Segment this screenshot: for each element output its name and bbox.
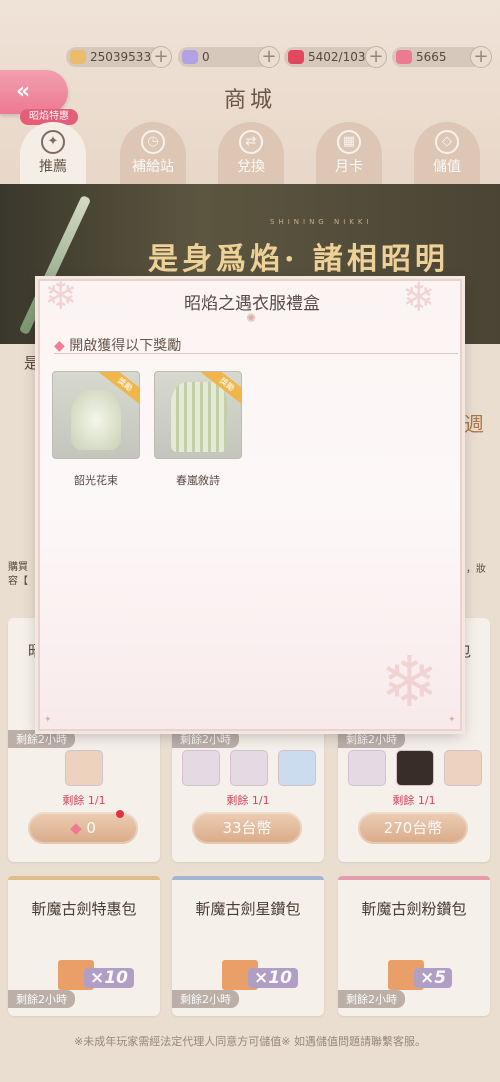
skirt-icon xyxy=(171,382,227,452)
corner-ornament-icon: ✦ xyxy=(44,715,52,725)
bouquet-icon xyxy=(71,390,121,450)
reward-heading: ◆ 開啟獲得以下獎勵 xyxy=(54,338,182,354)
divider xyxy=(54,353,458,354)
reward-name: 韶光花束 xyxy=(74,474,118,487)
reward-item-1[interactable]: 獎勵 xyxy=(52,371,140,459)
snowflake-decoration: ❄ xyxy=(380,641,439,723)
corner-ornament-icon: ✦ xyxy=(448,715,456,725)
star-ornament-icon: ✺ xyxy=(246,311,257,325)
diamond-bullet-icon: ◆ xyxy=(54,338,70,354)
reward-name: 春嵐敘詩 xyxy=(176,474,220,487)
gift-box-dialog: ❄ ❄ ❄ 昭焰之遇衣服禮盒 ✺ ◆ 開啟獲得以下獎勵 獎勵 韶光花束 獎勵 春… xyxy=(38,273,462,731)
reward-item-2[interactable]: 獎勵 xyxy=(154,371,242,459)
